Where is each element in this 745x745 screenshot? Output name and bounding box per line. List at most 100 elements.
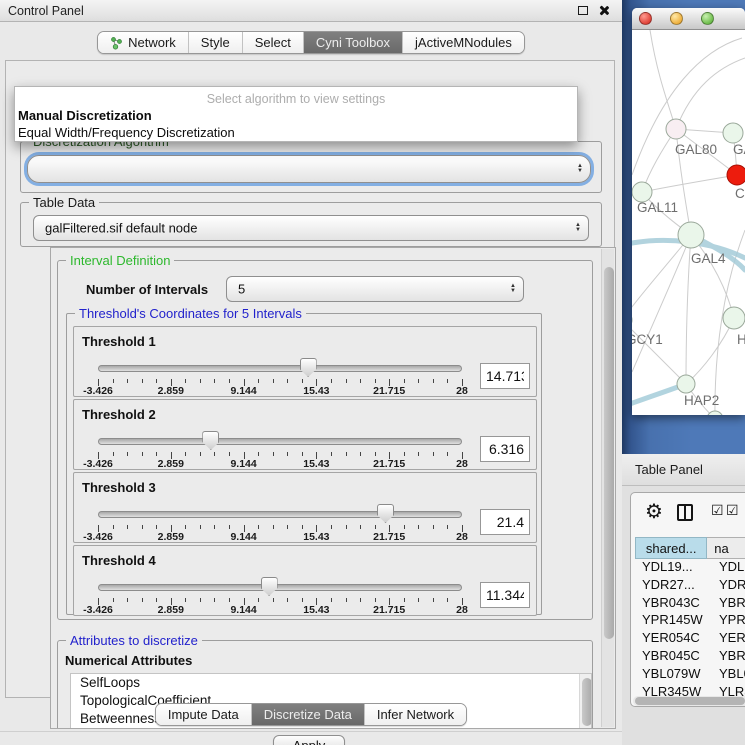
network-node-gal11[interactable] [632, 182, 652, 202]
network-node-label: GCY1 [632, 332, 663, 347]
tick-mark [447, 452, 448, 456]
threshold-value-field[interactable] [480, 582, 530, 608]
algorithm-combobox[interactable]: ▲▼ [27, 155, 591, 183]
network-node-hap2[interactable] [677, 375, 695, 393]
table-hscrollbar-thumb[interactable] [635, 697, 745, 705]
tick-label: -3.426 [83, 531, 113, 543]
tick-mark [418, 525, 419, 529]
tick-mark [273, 452, 274, 456]
slider-track[interactable] [98, 438, 462, 445]
network-node-label: GAL4 [691, 251, 726, 266]
viewport-scrollbar[interactable] [601, 249, 614, 727]
threshold-value-field[interactable] [480, 363, 530, 389]
dropdown-option-manual-discretization[interactable]: Manual Discretization [15, 107, 577, 124]
tab-label: Cyni Toolbox [316, 35, 390, 50]
columns-icon[interactable] [677, 504, 693, 521]
slider-thumb[interactable] [377, 504, 394, 523]
panel-title: Control Panel [8, 4, 84, 18]
tab-select[interactable]: Select [242, 32, 303, 53]
network-node-c[interactable] [727, 165, 745, 185]
cell-shared-name: YDL19... [635, 559, 711, 577]
tab-jactivemnodules[interactable]: jActiveMNodules [402, 32, 524, 53]
close-icon[interactable] [598, 5, 609, 16]
dropdown-placeholder-item[interactable]: Select algorithm to view settings [15, 91, 577, 107]
table-data-combobox[interactable]: galFiltered.sif default node ▲▼ [33, 215, 589, 241]
tick-mark [156, 452, 157, 456]
traffic-light-zoom-icon[interactable] [701, 12, 714, 25]
tick-mark [127, 379, 128, 383]
tick-mark [418, 452, 419, 456]
tick-mark [375, 525, 376, 529]
tick-mark [258, 452, 259, 456]
traffic-light-close-icon[interactable] [639, 12, 652, 25]
tick-mark [287, 598, 288, 602]
slider-track[interactable] [98, 584, 462, 591]
network-node-h[interactable] [723, 307, 745, 329]
thresholds-coordinates-group: Threshold's Coordinates for 5 Intervals … [66, 313, 542, 615]
apply-button[interactable]: Apply [273, 735, 345, 745]
tick-mark [214, 379, 215, 383]
algorithm-dropdown-popup: Select algorithm to view settings Manual… [14, 86, 578, 142]
table-row[interactable]: YDL19...YDL1 [635, 559, 745, 577]
traffic-light-minimize-icon[interactable] [670, 12, 683, 25]
tick-label: 28 [456, 458, 468, 470]
tick-mark [156, 525, 157, 529]
network-edge [676, 58, 745, 129]
table-row[interactable]: YER054CYER0 [635, 630, 745, 648]
table-row[interactable]: YBR045CYBR0 [635, 648, 745, 666]
table-horizontal-scrollbar[interactable] [633, 696, 745, 706]
slider-track[interactable] [98, 511, 462, 518]
table-row[interactable]: YBL079WYBL0 [635, 666, 745, 684]
checkbox-icon[interactable]: ☑ [726, 502, 739, 519]
slider-thumb[interactable] [261, 577, 278, 596]
attribute-item-selfloops[interactable]: SelfLoops [71, 674, 591, 692]
tick-mark [302, 452, 303, 456]
tab-cyni-toolbox[interactable]: Cyni Toolbox [303, 32, 402, 53]
tick-mark [404, 598, 405, 602]
network-node-gal80[interactable] [666, 119, 686, 139]
network-node[interactable] [707, 411, 723, 415]
tab-network[interactable]: Network [98, 32, 188, 53]
viewport-scrollbar-thumb[interactable] [604, 267, 614, 639]
tab-label: Impute Data [168, 707, 239, 722]
tick-mark [375, 379, 376, 383]
cell-name: YBR0 [711, 648, 745, 666]
tick-mark [287, 452, 288, 456]
tick-label: 2.859 [158, 385, 184, 397]
cell-shared-name: YDR27... [635, 577, 711, 595]
column-header-1[interactable]: shared... [635, 537, 707, 559]
tick-mark [214, 452, 215, 456]
network-canvas[interactable]: GAL80GACGAL11GAL4GCY1HHAP2 [632, 30, 745, 415]
checkbox-icon[interactable]: ☑ [711, 502, 724, 519]
group-title: Interval Definition [66, 253, 174, 268]
slider-track[interactable] [98, 365, 462, 372]
cell-shared-name: YBR045C [635, 648, 711, 666]
gear-icon[interactable]: ⚙ [645, 499, 663, 524]
threshold-value-field[interactable] [480, 509, 530, 535]
tick-mark [433, 598, 434, 602]
network-node-label: GAL11 [637, 200, 678, 215]
tab-label: Network [128, 35, 176, 50]
tick-label: 21.715 [373, 531, 405, 543]
slider-thumb[interactable] [202, 431, 219, 450]
network-node-gal4[interactable] [678, 222, 704, 248]
network-node-ga[interactable] [723, 123, 743, 143]
network-desktop: GAL80GACGAL11GAL4GCY1HHAP2 [622, 0, 745, 454]
tab-style[interactable]: Style [188, 32, 242, 53]
table-row[interactable]: YDR27...YDR2 [635, 577, 745, 595]
tab-discretize-data[interactable]: Discretize Data [251, 704, 364, 725]
table-panel-title: Table Panel [635, 462, 703, 477]
network-edge [686, 318, 734, 384]
number-of-intervals-combobox[interactable]: 5 ▲▼ [226, 276, 524, 302]
tick-mark [113, 598, 114, 602]
tick-mark [433, 452, 434, 456]
dropdown-option-equal-width-frequency-discretization[interactable]: Equal Width/Frequency Discretization [15, 124, 577, 141]
tab-infer-network[interactable]: Infer Network [364, 704, 466, 725]
float-icon[interactable] [578, 6, 588, 15]
table-row[interactable]: YBR043CYBR0 [635, 595, 745, 613]
tab-impute-data[interactable]: Impute Data [156, 704, 251, 725]
column-header-2[interactable]: na [707, 537, 745, 559]
table-row[interactable]: YPR145WYPR1 [635, 612, 745, 630]
slider-thumb[interactable] [300, 358, 317, 377]
threshold-value-field[interactable] [480, 436, 530, 462]
